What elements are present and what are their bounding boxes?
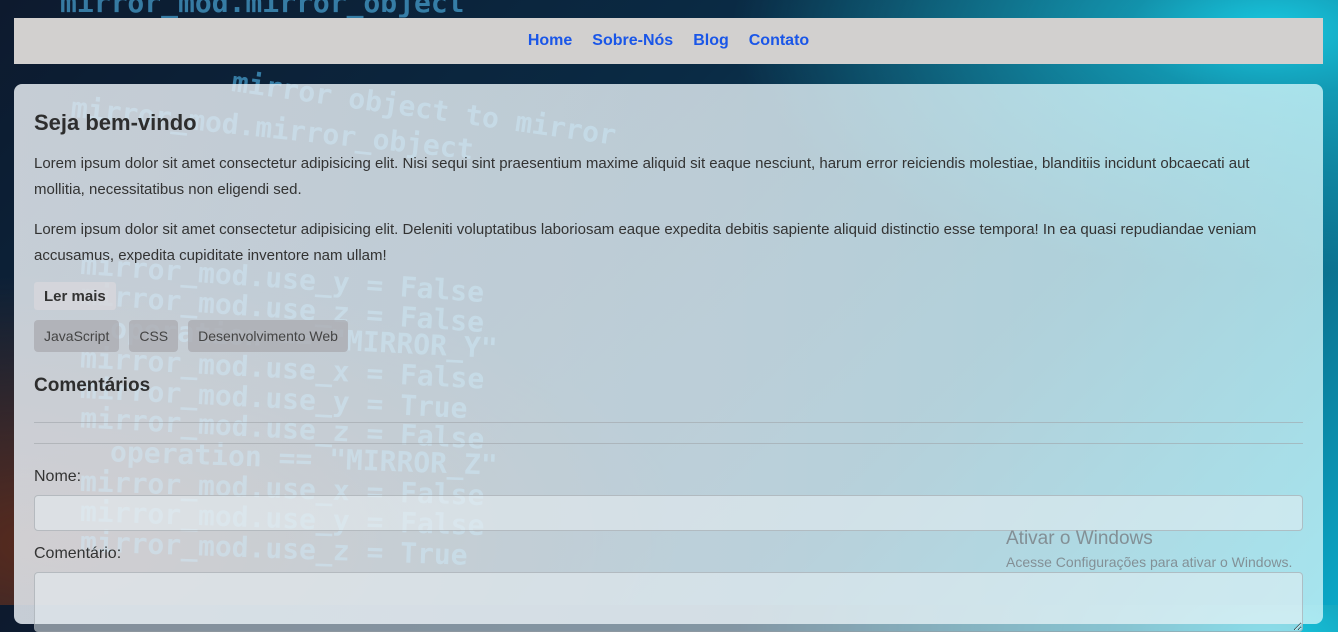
comments-title: Comentários: [34, 375, 151, 396]
tag-web-development[interactable]: Desenvolvimento Web: [188, 320, 348, 352]
page-title: Seja bem-vindo: [34, 110, 197, 135]
intro-paragraph-1: Lorem ipsum dolor sit amet consectetur a…: [34, 155, 1250, 198]
name-label: Nome:: [34, 468, 82, 485]
divider: [34, 422, 1303, 423]
tag-css[interactable]: CSS: [129, 320, 179, 352]
nav-home-link[interactable]: Home: [528, 32, 572, 50]
tag-javascript[interactable]: JavaScript: [34, 320, 120, 352]
divider: [34, 443, 1303, 444]
comment-label: Comentário:: [34, 545, 122, 562]
read-more-button[interactable]: Ler mais: [34, 282, 116, 310]
intro-paragraph-2: Lorem ipsum dolor sit amet consectetur a…: [34, 221, 1257, 264]
bg-code-line: mirror_mod.mirror_object: [60, 0, 465, 19]
tag-list: JavaScript CSS Desenvolvimento Web: [34, 320, 348, 352]
top-nav: Home Sobre-Nós Blog Contato: [14, 18, 1323, 64]
watermark-title: Ativar o Windows: [1006, 528, 1153, 549]
nav-about-link[interactable]: Sobre-Nós: [592, 32, 673, 50]
watermark-subtitle: Acesse Configurações para ativar o Windo…: [1006, 554, 1293, 570]
comment-textarea[interactable]: [34, 572, 1303, 632]
nav-blog-link[interactable]: Blog: [693, 32, 729, 50]
name-input[interactable]: [34, 495, 1303, 531]
nav-contact-link[interactable]: Contato: [749, 32, 809, 50]
windows-activation-watermark: Ativar o Windows Acesse Configurações pa…: [1006, 528, 1292, 570]
